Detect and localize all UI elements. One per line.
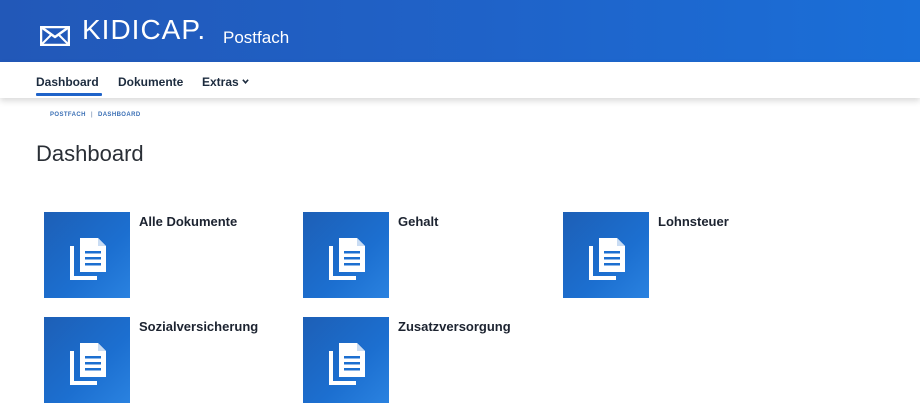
nav-tab-dashboard[interactable]: Dashboard: [36, 75, 99, 89]
envelope-icon: [40, 26, 70, 46]
tile-label: Alle Dokumente: [139, 214, 238, 229]
brand-subtitle: Postfach: [223, 28, 290, 47]
brand-name[interactable]: KIDICAP.: [82, 16, 206, 44]
documents-icon: [70, 238, 106, 280]
tile-icon-box: [44, 317, 130, 403]
breadcrumb-item-dashboard: DASHBOARD: [97, 112, 141, 118]
chevron-down-icon: [241, 79, 249, 85]
active-tab-indicator: [36, 93, 102, 96]
documents-icon: [329, 343, 365, 385]
breadcrumb-item-postfach[interactable]: POSTFACH: [50, 112, 86, 118]
tile-label: Zusatzversorgung: [398, 319, 511, 334]
nav-tab-extras-label: Extras: [202, 75, 239, 89]
tile-label: Lohnsteuer: [658, 214, 729, 229]
documents-icon: [70, 343, 106, 385]
nav-tab-extras[interactable]: Extras: [202, 75, 249, 89]
nav-tab-dokumente[interactable]: Dokumente: [118, 75, 183, 89]
tile-label: Gehalt: [398, 214, 439, 229]
app-header: KIDICAP. Postfach: [0, 0, 920, 62]
breadcrumb: POSTFACH | DASHBOARD: [50, 112, 141, 118]
breadcrumb-separator: |: [90, 112, 93, 118]
tile-label: Sozialversicherung: [139, 319, 259, 334]
tile-icon-box: [303, 317, 389, 403]
documents-icon: [589, 238, 625, 280]
main-nav: Dashboard Dokumente Extras: [0, 62, 920, 98]
tile-icon-box: [44, 212, 130, 298]
documents-icon: [329, 238, 365, 280]
tile-icon-box: [563, 212, 649, 298]
page-title: Dashboard: [36, 141, 144, 166]
tile-icon-box: [303, 212, 389, 298]
